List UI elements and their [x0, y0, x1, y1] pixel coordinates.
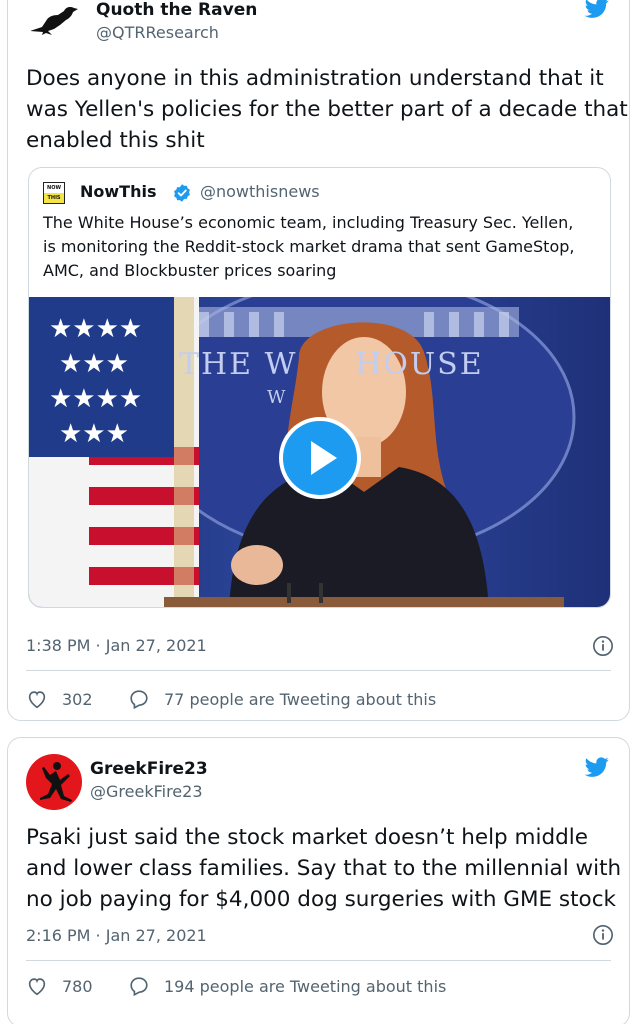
quoted-author-handle[interactable]: @nowthisnews: [200, 182, 320, 201]
info-icon[interactable]: [592, 924, 614, 946]
divider: [26, 670, 611, 671]
reply-icon: [130, 690, 148, 710]
timestamp[interactable]: 2:16 PM · Jan 27, 2021: [26, 926, 207, 945]
tweet-text-line: Does anyone in this administration under…: [26, 66, 604, 91]
video-overlay-text: W: [267, 387, 286, 408]
video-overlay-text: THE W HOUSE: [179, 347, 484, 382]
tweet-card[interactable]: Quoth the Raven @QTRResearch Does anyone…: [7, 0, 630, 721]
like-button[interactable]: 780: [26, 971, 93, 1001]
tweet-text: Psaki just said the stock market doesn’t…: [26, 822, 621, 915]
reply-label: 77 people are Tweeting about this: [164, 689, 437, 709]
svg-text:★★★: ★★★: [59, 419, 129, 449]
avatar[interactable]: [26, 754, 82, 810]
svg-text:★★★★: ★★★★: [49, 314, 142, 344]
author-name[interactable]: GreekFire23: [90, 759, 208, 779]
jumpman-icon: [40, 762, 72, 802]
svg-text:★★★★: ★★★★: [49, 384, 142, 414]
author-handle[interactable]: @GreekFire23: [90, 782, 203, 801]
raven-icon: [30, 7, 78, 35]
play-icon: [311, 441, 337, 475]
reply-label: 194 people are Tweeting about this: [164, 976, 447, 996]
play-button[interactable]: [279, 417, 361, 499]
tweet-text-line: enabled this shit: [26, 128, 205, 153]
quoted-text: The White House’s economic team, includi…: [43, 211, 574, 283]
author-name[interactable]: Quoth the Raven: [96, 0, 257, 20]
tweet-text-line: and lower class families. Say that to th…: [26, 856, 622, 881]
tweet-card[interactable]: GreekFire23 @GreekFire23 Psaki just said…: [7, 737, 630, 1024]
info-icon[interactable]: [592, 635, 614, 657]
twitter-bird-icon[interactable]: [583, 755, 611, 779]
quoted-text-line: AMC, and Blockbuster prices soaring: [43, 261, 337, 280]
reply-button[interactable]: 77 people are Tweeting about this: [128, 684, 436, 714]
action-row: 302 77 people are Tweeting about this: [26, 684, 606, 714]
nowthis-logo: NOW THIS: [43, 182, 65, 204]
action-row: 780 194 people are Tweeting about this: [26, 971, 606, 1001]
video-player[interactable]: ★★★★ ★★★ ★★★★ ★★★ THE W HOUSE W: [29, 297, 610, 607]
tweet-text: Does anyone in this administration under…: [26, 63, 628, 156]
like-count: 302: [62, 689, 93, 709]
tweet-text-line: Psaki just said the stock market doesn’t…: [26, 825, 588, 850]
author-handle[interactable]: @QTRResearch: [96, 23, 219, 42]
twitter-bird-icon[interactable]: [583, 0, 611, 20]
avatar[interactable]: [26, 0, 82, 43]
like-count: 780: [62, 976, 93, 996]
timestamp[interactable]: 1:38 PM · Jan 27, 2021: [26, 636, 207, 655]
quoted-author-name[interactable]: NowThis: [80, 182, 156, 201]
quoted-text-line: The White House’s economic team, includi…: [43, 213, 574, 232]
tweet-text-line: was Yellen's policies for the better par…: [26, 97, 628, 122]
heart-icon: [28, 978, 46, 996]
like-button[interactable]: 302: [26, 684, 93, 714]
reply-icon: [130, 977, 148, 997]
tweet-text-line: no job paying for $4,000 dog surgeries w…: [26, 887, 616, 912]
heart-icon: [28, 691, 46, 709]
svg-text:★★★: ★★★: [59, 349, 129, 379]
quoted-text-line: is monitoring the Reddit-stock market dr…: [43, 237, 575, 256]
reply-button[interactable]: 194 people are Tweeting about this: [128, 971, 446, 1001]
verified-badge-icon: [174, 184, 190, 202]
divider: [26, 960, 611, 961]
quoted-tweet[interactable]: NOW THIS NowThis @nowthisnews The White …: [28, 167, 611, 608]
